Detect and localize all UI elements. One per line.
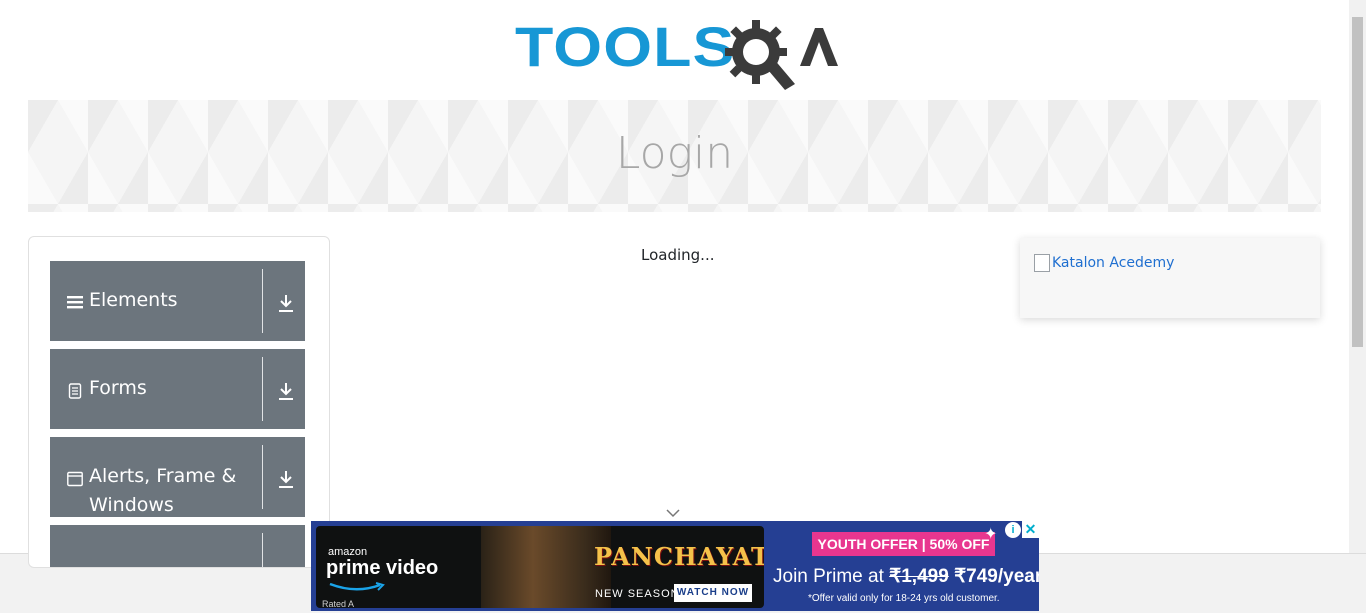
- menu-group-elements[interactable]: Elements: [50, 261, 305, 341]
- scrollbar-thumb[interactable]: [1352, 17, 1363, 347]
- loading-text: Loading...: [641, 246, 715, 264]
- download-arrow-icon[interactable]: [277, 381, 295, 401]
- menu-divider: [262, 533, 263, 567]
- menu-group-label: Alerts, Frame & Windows: [89, 465, 237, 516]
- watch-now-button[interactable]: WATCH NOW: [674, 584, 752, 602]
- menu-group-widgets[interactable]: [50, 525, 305, 567]
- join-prime-text: Join Prime at ₹1,499 ₹749/year*: [773, 565, 1039, 588]
- ad-show-title: PANCHAYAT: [594, 542, 764, 571]
- page-title: Login: [615, 128, 734, 179]
- download-arrow-icon[interactable]: [277, 293, 295, 313]
- gear-q-icon: [725, 20, 838, 90]
- join-prefix: Join Prime at: [773, 566, 890, 587]
- menu-divider: [262, 445, 263, 509]
- offer-note: *Offer valid only for 18-24 yrs old cust…: [808, 593, 1000, 604]
- left-menu-panel: Elements Forms Alerts, Frame & Windows: [28, 236, 330, 568]
- youth-offer-badge: YOUTH OFFER | 50% OFF: [812, 532, 995, 556]
- image-alt-text: Katalon Acedemy: [1052, 255, 1175, 271]
- broken-image-link[interactable]: Katalon Acedemy: [1034, 254, 1174, 272]
- logo-text: TOOLS: [515, 15, 736, 78]
- ad-photo: [481, 526, 611, 608]
- sparkle-icon: ✦: [984, 526, 998, 543]
- ad-season-text: NEW SEASON: [595, 588, 680, 600]
- hamburger-icon: [67, 296, 83, 309]
- menu-group-alerts-frame-windows[interactable]: Alerts, Frame & Windows: [50, 437, 305, 517]
- window-icon: [67, 471, 83, 487]
- vertical-scrollbar[interactable]: [1349, 0, 1366, 553]
- download-arrow-icon[interactable]: [277, 469, 295, 489]
- ad-info-icon[interactable]: i: [1005, 522, 1021, 538]
- bottom-ad-banner[interactable]: amazon prime video Rated A PANCHAYAT NEW…: [311, 521, 1039, 611]
- menu-group-label: Elements: [89, 289, 178, 311]
- toolsqa-logo[interactable]: TOOLS: [515, 14, 840, 90]
- broken-image-icon: [1034, 254, 1050, 272]
- menu-group-forms[interactable]: Forms: [50, 349, 305, 429]
- page-banner: Login: [28, 100, 1321, 212]
- chevron-down-icon[interactable]: [665, 507, 681, 519]
- old-price: ₹1,499: [889, 566, 949, 587]
- menu-group-label: Forms: [89, 377, 147, 399]
- ad-close-icon[interactable]: ✕: [1022, 521, 1039, 538]
- menu-divider: [262, 357, 263, 421]
- menu-divider: [262, 269, 263, 333]
- ad-rating: Rated A: [322, 599, 355, 608]
- amazon-smile-icon: [329, 582, 385, 591]
- ad-creative[interactable]: amazon prime video Rated A PANCHAYAT NEW…: [316, 526, 764, 608]
- document-icon: [68, 383, 82, 399]
- ad-brand-big: prime video: [326, 557, 439, 579]
- new-price: ₹749/year*: [954, 566, 1039, 587]
- right-ad-box[interactable]: Katalon Acedemy: [1020, 238, 1320, 318]
